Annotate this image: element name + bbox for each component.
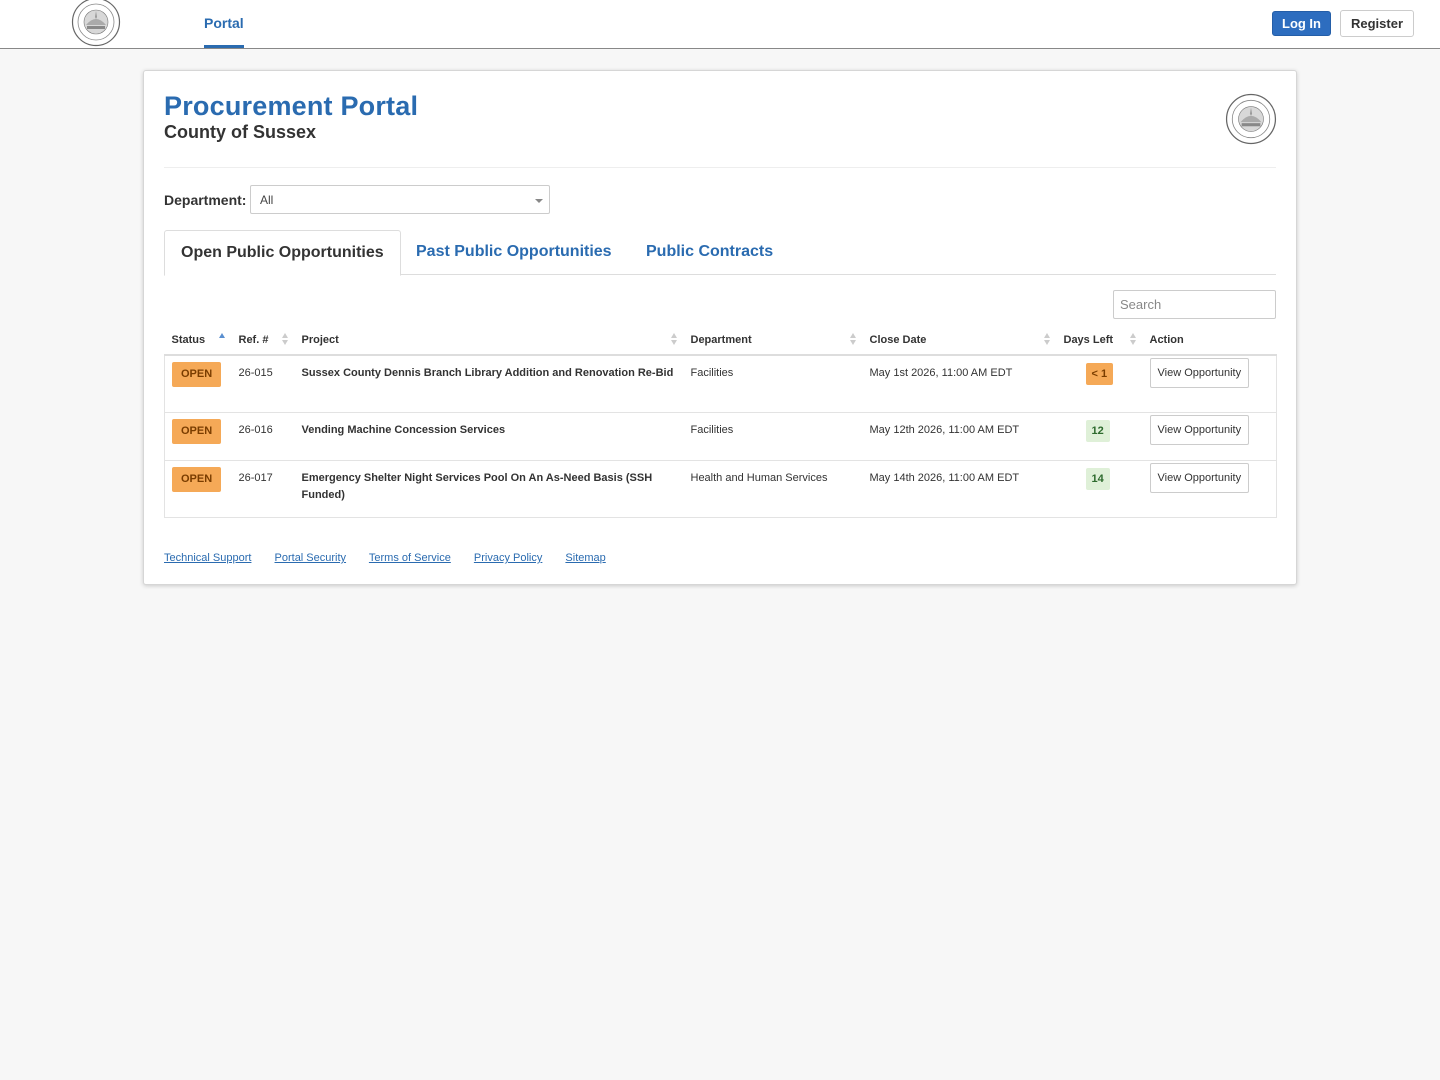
- county-seal-icon: [1225, 93, 1277, 145]
- divider: [164, 167, 1276, 168]
- table-row: OPEN 26-015 Sussex County Dennis Branch …: [164, 355, 1277, 413]
- status-badge: OPEN: [172, 466, 222, 492]
- project-cell: Emergency Shelter Night Services Pool On…: [294, 460, 684, 518]
- days-left-badge: 12: [1085, 419, 1110, 442]
- login-button[interactable]: Log In: [1272, 11, 1331, 36]
- department-label: Department:: [164, 192, 247, 208]
- sort-asc-icon: [218, 333, 226, 347]
- column-header-department[interactable]: Department: [683, 325, 863, 356]
- footer-link-privacy-policy[interactable]: Privacy Policy: [474, 552, 542, 564]
- column-header-status[interactable]: Status: [164, 325, 232, 356]
- register-button[interactable]: Register: [1340, 10, 1414, 37]
- project-cell: Vending Machine Concession Services: [294, 412, 684, 461]
- column-header-ref[interactable]: Ref. #: [231, 325, 295, 356]
- column-header-action: Action: [1142, 325, 1277, 356]
- ref-cell: 26-017: [231, 460, 295, 518]
- tab-public-contracts[interactable]: Public Contracts: [630, 230, 789, 275]
- days-left-badge: 14: [1085, 467, 1110, 490]
- opportunities-table: Status Ref. # Project Department Close D…: [164, 325, 1277, 518]
- footer-links: Technical Support Portal Security Terms …: [164, 552, 626, 564]
- page-subtitle: County of Sussex: [164, 122, 317, 142]
- close-date-cell: May 12th 2026, 11:00 AM EDT: [862, 412, 1057, 461]
- county-seal-icon[interactable]: [71, 0, 121, 48]
- search-input[interactable]: [1113, 290, 1276, 319]
- top-navbar: Portal Log In Register: [0, 0, 1440, 49]
- page-title: Procurement Portal: [164, 91, 419, 121]
- footer-link-portal-security[interactable]: Portal Security: [275, 552, 347, 564]
- tab-past-public-opportunities[interactable]: Past Public Opportunities: [400, 230, 628, 275]
- status-badge: OPEN: [172, 362, 222, 387]
- column-header-project[interactable]: Project: [294, 325, 684, 356]
- sort-icon: [670, 333, 678, 347]
- view-opportunity-button[interactable]: View Opportunity: [1149, 462, 1250, 493]
- column-header-days-left[interactable]: Days Left: [1056, 325, 1143, 356]
- department-select[interactable]: All: [250, 185, 550, 214]
- view-opportunity-button[interactable]: View Opportunity: [1149, 414, 1250, 445]
- portal-card: Procurement Portal County of Sussex Depa…: [143, 70, 1297, 585]
- close-date-cell: May 14th 2026, 11:00 AM EDT: [862, 460, 1057, 518]
- sort-icon: [281, 333, 289, 347]
- table-row: OPEN 26-017 Emergency Shelter Night Serv…: [164, 460, 1277, 518]
- table-row: OPEN 26-016 Vending Machine Concession S…: [164, 412, 1277, 461]
- footer-link-terms-of-service[interactable]: Terms of Service: [369, 552, 451, 564]
- sort-icon: [1129, 333, 1137, 347]
- tab-bar: Open Public Opportunities Past Public Op…: [164, 230, 1276, 276]
- project-cell: Sussex County Dennis Branch Library Addi…: [294, 355, 684, 413]
- tab-open-public-opportunities[interactable]: Open Public Opportunities: [164, 230, 401, 276]
- close-date-cell: May 1st 2026, 11:00 AM EDT: [862, 355, 1057, 413]
- chevron-down-icon: [535, 199, 543, 203]
- ref-cell: 26-016: [231, 412, 295, 461]
- view-opportunity-button[interactable]: View Opportunity: [1149, 358, 1250, 388]
- footer-link-technical-support[interactable]: Technical Support: [164, 552, 251, 564]
- column-header-close-date[interactable]: Close Date: [862, 325, 1057, 356]
- department-cell: Facilities: [683, 412, 863, 461]
- sort-icon: [1043, 333, 1051, 347]
- status-badge: OPEN: [172, 418, 222, 444]
- ref-cell: 26-015: [231, 355, 295, 413]
- days-left-badge: < 1: [1085, 363, 1114, 385]
- department-select-value: All: [260, 193, 274, 207]
- sort-icon: [849, 333, 857, 347]
- nav-tab-portal[interactable]: Portal: [204, 0, 244, 48]
- department-cell: Health and Human Services: [683, 460, 863, 518]
- department-cell: Facilities: [683, 355, 863, 413]
- footer-link-sitemap[interactable]: Sitemap: [565, 552, 605, 564]
